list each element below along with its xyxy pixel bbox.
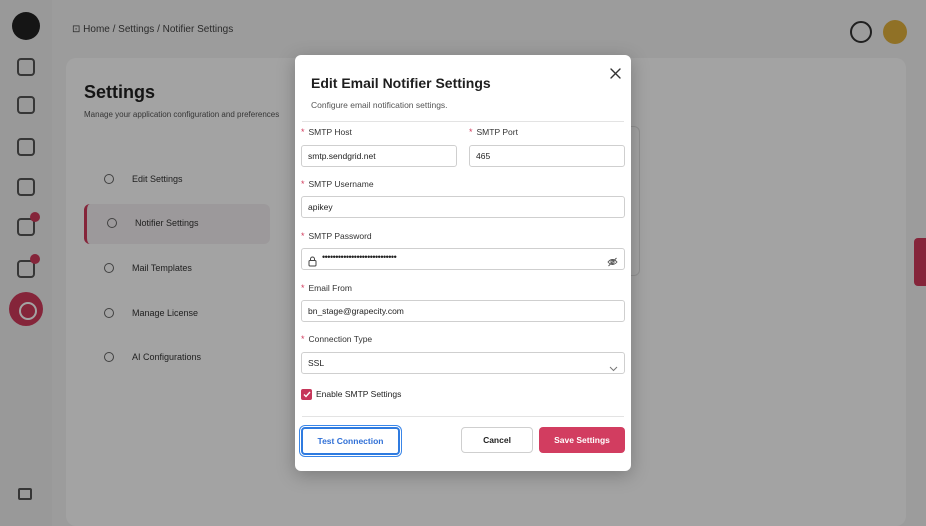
smtp-username-input[interactable]	[301, 196, 625, 218]
eye-off-icon[interactable]	[607, 254, 618, 272]
dialog-subtitle: Configure email notification settings.	[311, 100, 448, 110]
email-from-input[interactable]	[301, 300, 625, 322]
required-asterisk: *	[469, 127, 473, 137]
enable-smtp-checkbox[interactable]	[301, 389, 312, 400]
smtp-port-input[interactable]	[469, 145, 625, 167]
divider	[302, 416, 624, 417]
save-settings-button[interactable]: Save Settings	[539, 427, 625, 453]
required-asterisk: *	[301, 231, 305, 241]
cancel-button[interactable]: Cancel	[461, 427, 533, 453]
divider	[302, 121, 624, 122]
required-asterisk: *	[301, 334, 305, 344]
smtp-username-label: * SMTP Username	[301, 179, 374, 189]
dialog-title: Edit Email Notifier Settings	[311, 75, 491, 91]
check-icon	[303, 391, 311, 398]
enable-smtp-label[interactable]: Enable SMTP Settings	[316, 389, 401, 399]
close-icon[interactable]	[605, 63, 625, 83]
required-asterisk: *	[301, 127, 305, 137]
connection-type-label: * Connection Type	[301, 334, 373, 344]
connection-type-select[interactable]: SSL	[301, 352, 625, 374]
smtp-password-label: * SMTP Password	[301, 231, 372, 241]
smtp-password-input[interactable]: ••••••••••••••••••••••••••••	[301, 248, 625, 270]
connection-type-value: SSL	[308, 358, 325, 368]
password-value: ••••••••••••••••••••••••••••	[322, 252, 397, 262]
smtp-host-input[interactable]	[301, 145, 457, 167]
smtp-port-label: * SMTP Port	[469, 127, 518, 137]
email-from-label: * Email From	[301, 283, 352, 293]
required-asterisk: *	[301, 283, 305, 293]
lock-icon	[308, 254, 317, 272]
required-asterisk: *	[301, 179, 305, 189]
smtp-host-label: * SMTP Host	[301, 127, 352, 137]
chevron-down-icon	[609, 359, 618, 377]
edit-email-notifier-dialog: Edit Email Notifier Settings Configure e…	[295, 55, 631, 471]
test-connection-button[interactable]: Test Connection	[301, 427, 400, 455]
